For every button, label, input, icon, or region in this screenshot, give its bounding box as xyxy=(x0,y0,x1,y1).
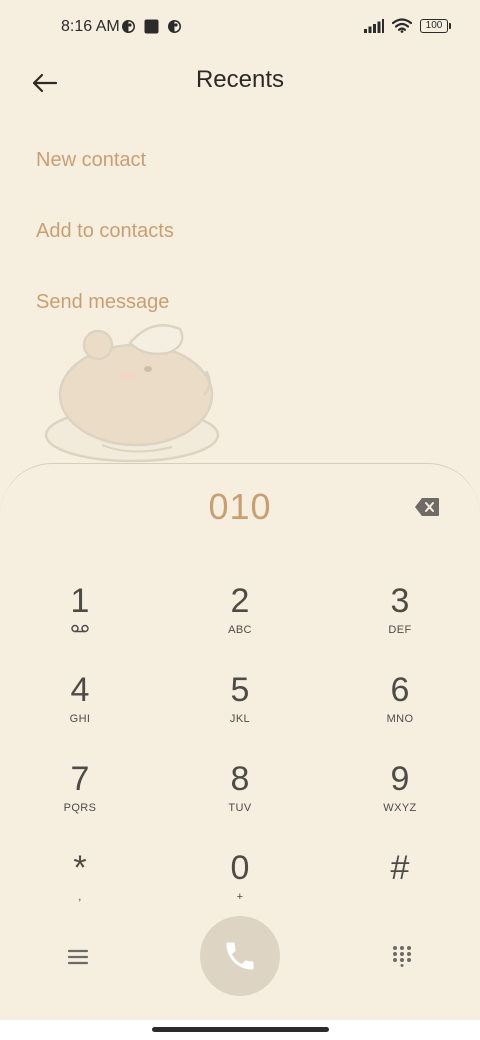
key-letters: DEF xyxy=(388,624,412,636)
wifi-icon xyxy=(392,18,412,33)
key-letters: WXYZ xyxy=(383,802,417,814)
key-letters xyxy=(340,891,460,905)
app-notification-icon xyxy=(122,20,135,33)
call-button[interactable] xyxy=(200,916,280,996)
key-8[interactable]: 8 TUV xyxy=(180,762,300,842)
header: Recents xyxy=(0,56,480,112)
status-bar: 8:16 AM 100 xyxy=(0,0,480,56)
key-digit: 8 xyxy=(230,760,250,798)
key-digit: 1 xyxy=(70,582,90,620)
key-1[interactable]: 1 xyxy=(20,584,140,664)
key-6[interactable]: 6 MNO xyxy=(340,673,460,753)
key-digit: # xyxy=(390,849,410,887)
dialed-number: 010 xyxy=(208,486,272,527)
menu-icon[interactable] xyxy=(66,948,90,966)
key-digit: 3 xyxy=(390,582,410,620)
status-right-icons: 100 xyxy=(364,18,451,33)
page-title: Recents xyxy=(195,66,285,93)
app-notification-icon xyxy=(168,20,181,33)
status-left-icons xyxy=(121,19,182,34)
key-letters: GHI xyxy=(69,713,91,725)
backspace-icon[interactable] xyxy=(414,496,440,518)
key-digit: 6 xyxy=(390,671,410,709)
key-digit: 5 xyxy=(230,671,250,709)
status-time: 8:16 AM xyxy=(61,18,120,35)
battery-icon: 100 xyxy=(420,18,451,33)
key-9[interactable]: 9 WXYZ xyxy=(340,762,460,842)
key-letters: TUV xyxy=(228,802,252,814)
dialpad-panel: 010 1 2 ABC 3 DEF 4 GHI 5 JKL 6 MNO 7 PQ… xyxy=(0,463,480,1020)
voicemail-icon xyxy=(71,624,89,633)
key-5[interactable]: 5 JKL xyxy=(180,673,300,753)
home-indicator[interactable] xyxy=(152,1027,329,1032)
add-to-contacts-button[interactable]: Add to contacts xyxy=(36,217,174,288)
phone-icon xyxy=(226,942,254,970)
key-digit: 2 xyxy=(230,582,250,620)
key-digit: 9 xyxy=(390,760,410,798)
key-4[interactable]: 4 GHI xyxy=(20,673,140,753)
key-2[interactable]: 2 ABC xyxy=(180,584,300,664)
key-letters: ABC xyxy=(228,624,252,636)
dialpad-icon[interactable] xyxy=(391,945,413,967)
key-digit: 0 xyxy=(230,849,250,887)
key-letters: PQRS xyxy=(63,802,97,814)
new-contact-button[interactable]: New contact xyxy=(36,146,174,217)
key-letters: JKL xyxy=(229,713,251,725)
dialer-bottom-row xyxy=(0,916,480,996)
key-letters: MNO xyxy=(386,713,414,725)
key-sub xyxy=(20,624,140,638)
signal-icon xyxy=(364,18,384,33)
square-notification-icon xyxy=(144,19,159,34)
key-7[interactable]: 7 PQRS xyxy=(20,762,140,842)
key-digit: 4 xyxy=(70,671,90,709)
key-letters: , xyxy=(78,891,82,903)
key-3[interactable]: 3 DEF xyxy=(340,584,460,664)
key-letters: + xyxy=(236,891,244,903)
capybara-illustration xyxy=(44,324,220,463)
key-digit: * xyxy=(73,849,87,887)
key-digit: 7 xyxy=(70,760,90,798)
